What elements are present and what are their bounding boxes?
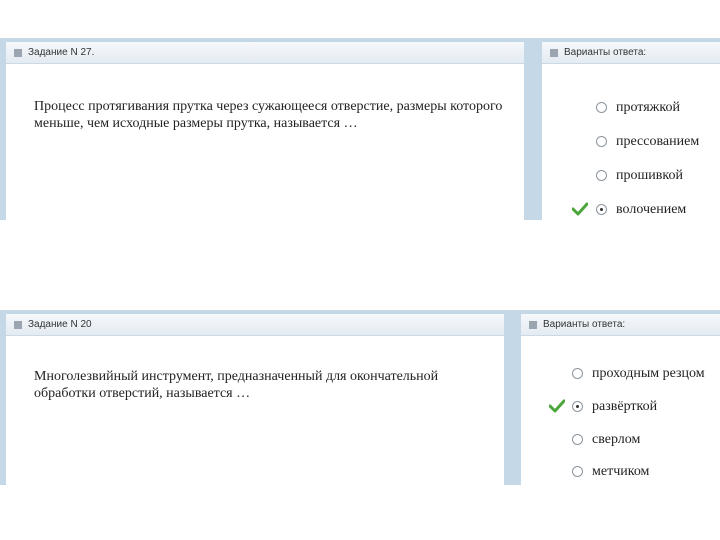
task-number-label: Задание N 20 — [28, 319, 92, 330]
radio-button-selected[interactable] — [572, 401, 583, 412]
radio-button[interactable] — [596, 102, 607, 113]
correct-checkmark-icon — [549, 399, 565, 413]
radio-button-selected[interactable] — [596, 204, 607, 215]
question-panel: Задание N 20 Многолезвийный инструмент, … — [6, 314, 504, 485]
answer-label: проходным резцом — [592, 366, 705, 381]
correct-checkmark-icon — [572, 202, 588, 216]
question-block-2: Задание N 20 Многолезвийный инструмент, … — [0, 310, 720, 485]
radio-button[interactable] — [572, 466, 583, 477]
radio-button[interactable] — [596, 170, 607, 181]
question-header: Задание N 27. — [6, 42, 524, 64]
task-number-label: Задание N 27. — [28, 47, 95, 58]
answers-panel: Варианты ответа: протяжкой прессованием … — [542, 42, 720, 220]
answer-label: прессованием — [616, 134, 700, 149]
radio-button[interactable] — [572, 434, 583, 445]
question-header: Задание N 20 — [6, 314, 504, 336]
question-text: Многолезвийный инструмент, предназначенн… — [34, 369, 439, 401]
header-square-icon — [14, 321, 22, 329]
question-block-1: Задание N 27. Процесс протягивания прутк… — [0, 38, 720, 220]
radio-button[interactable] — [596, 136, 607, 147]
answer-label: метчиком — [592, 464, 650, 479]
answers-header: Варианты ответа: — [521, 314, 720, 336]
radio-button[interactable] — [572, 368, 583, 379]
answer-label: протяжкой — [616, 100, 680, 115]
answers-header-label: Варианты ответа: — [564, 47, 647, 58]
question-text: Процесс протягивания прутка через сужающ… — [34, 99, 503, 131]
answers-header: Варианты ответа: — [542, 42, 720, 64]
header-square-icon — [14, 49, 22, 57]
answers-panel: Варианты ответа: проходным резцом развёр… — [521, 314, 720, 485]
question-panel: Задание N 27. Процесс протягивания прутк… — [6, 42, 524, 220]
header-square-icon — [550, 49, 558, 57]
answers-header-label: Варианты ответа: — [543, 319, 626, 330]
header-square-icon — [529, 321, 537, 329]
answer-label: прошивкой — [616, 168, 683, 183]
answer-label: сверлом — [592, 432, 641, 447]
answer-label: развёрткой — [592, 399, 658, 414]
answer-label: волочением — [616, 202, 687, 217]
